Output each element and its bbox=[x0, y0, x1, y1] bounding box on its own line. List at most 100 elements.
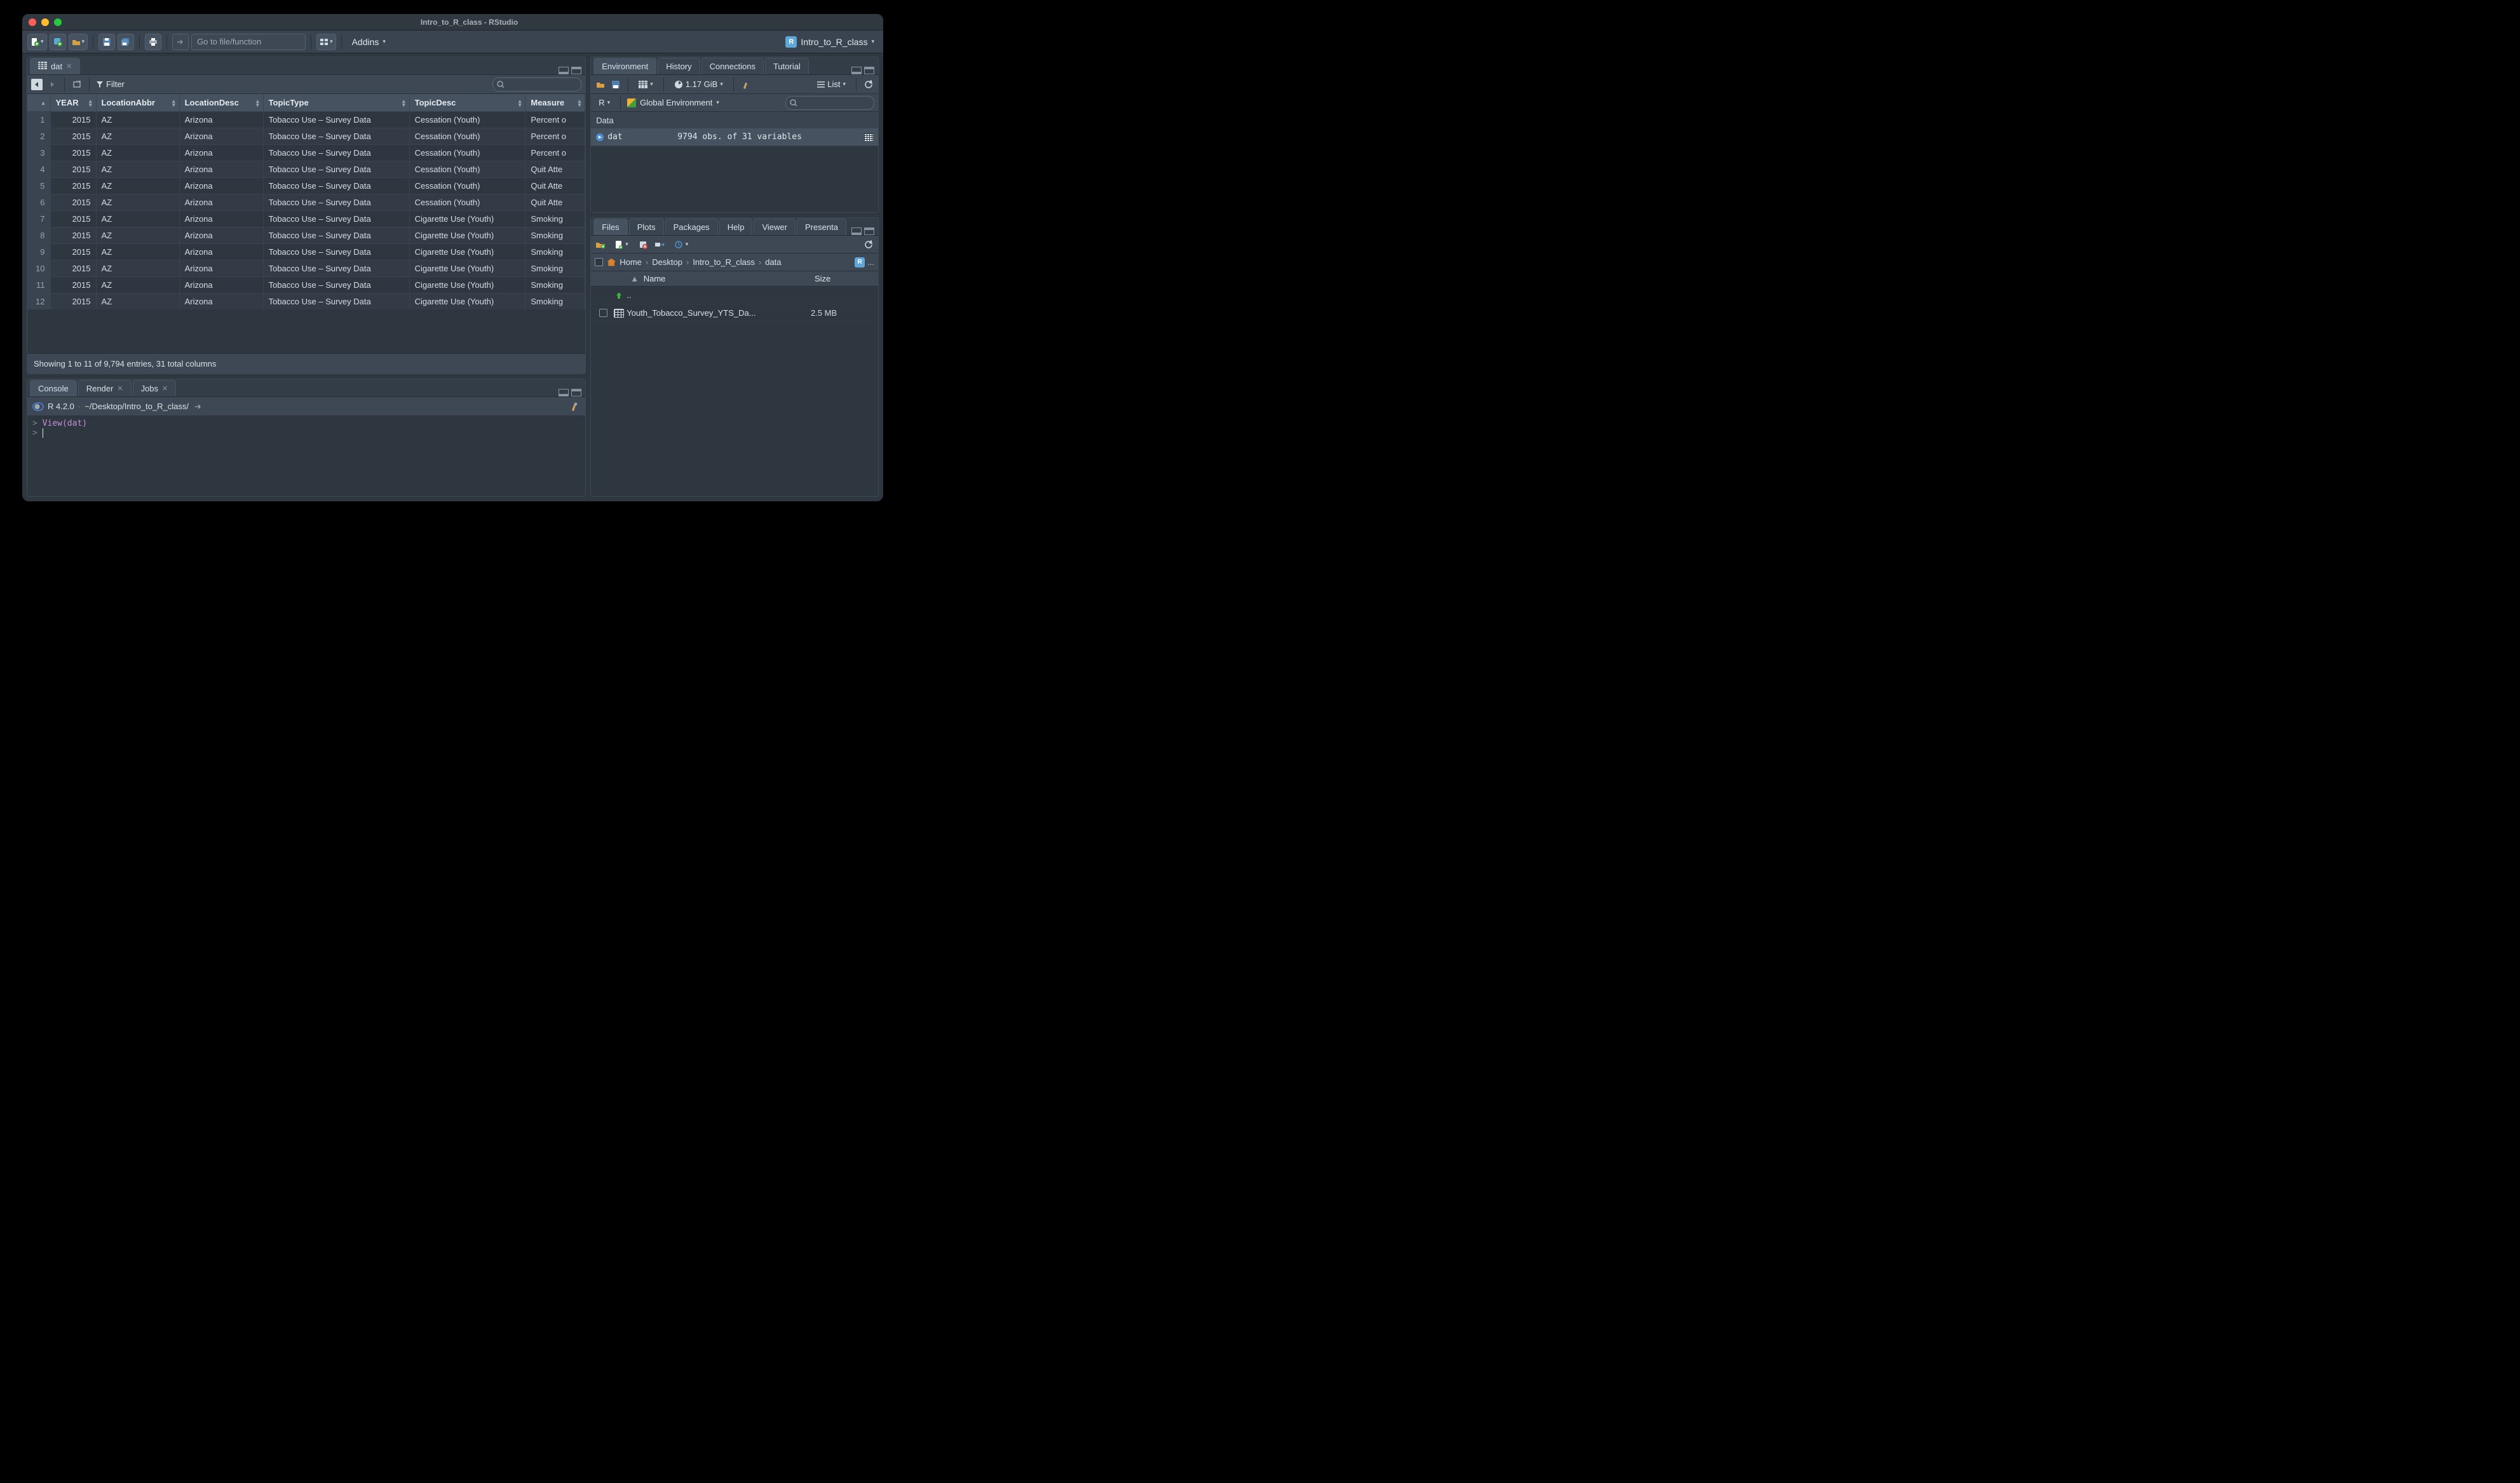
tab-tutorial[interactable]: Tutorial bbox=[765, 58, 809, 74]
forward-button[interactable] bbox=[46, 79, 58, 90]
load-workspace-icon[interactable] bbox=[595, 79, 606, 90]
col-size[interactable]: Size bbox=[815, 274, 878, 283]
table-row[interactable]: 82015AZArizonaTobacco Use – Survey DataC… bbox=[27, 227, 585, 244]
pane-maximize-icon[interactable] bbox=[864, 227, 874, 235]
delete-icon[interactable] bbox=[637, 239, 649, 250]
files-refresh-icon[interactable] bbox=[863, 239, 874, 250]
goto-wd-icon[interactable] bbox=[193, 401, 204, 412]
select-all-checkbox[interactable] bbox=[595, 258, 603, 266]
new-folder-icon[interactable] bbox=[595, 239, 606, 250]
more-path-icon[interactable]: ... bbox=[867, 257, 874, 267]
environment-scope-bar: R ▾ Global Environment ▾ bbox=[591, 94, 878, 112]
tab-environment[interactable]: Environment bbox=[593, 58, 656, 74]
file-row[interactable]: Youth_Tobacco_Survey_YTS_Da...2.5 MB bbox=[591, 304, 878, 322]
save-button[interactable] bbox=[98, 34, 115, 50]
breadcrumb-item[interactable]: Intro_to_R_class bbox=[693, 257, 755, 267]
save-all-button[interactable] bbox=[118, 34, 134, 50]
home-icon[interactable] bbox=[607, 259, 616, 266]
breadcrumb-item[interactable]: Desktop bbox=[652, 257, 682, 267]
back-button[interactable] bbox=[31, 79, 43, 90]
file-row-parent[interactable]: .. bbox=[591, 287, 878, 304]
scope-selector[interactable]: Global Environment ▾ bbox=[627, 98, 719, 107]
tab-console[interactable]: Console bbox=[30, 380, 77, 396]
new-project-button[interactable] bbox=[50, 34, 66, 50]
table-row[interactable]: 92015AZArizonaTobacco Use – Survey DataC… bbox=[27, 244, 585, 261]
goto-arrow-icon[interactable] bbox=[172, 34, 189, 50]
tab-packages[interactable]: Packages bbox=[665, 219, 718, 235]
col-header[interactable]: LocationAbbr▴▾ bbox=[96, 94, 179, 112]
tab-viewer[interactable]: Viewer bbox=[754, 219, 796, 235]
col-header[interactable]: TopicDesc▴▾ bbox=[409, 94, 525, 112]
close-icon[interactable]: ✕ bbox=[117, 384, 123, 393]
expand-icon[interactable]: ▶ bbox=[596, 133, 604, 141]
table-row[interactable]: 112015AZArizonaTobacco Use – Survey Data… bbox=[27, 277, 585, 294]
col-header[interactable]: ▲ bbox=[27, 94, 50, 112]
env-search-input[interactable] bbox=[785, 96, 874, 110]
close-icon[interactable]: ✕ bbox=[162, 384, 168, 393]
minimize-button[interactable] bbox=[41, 18, 49, 26]
table-row[interactable]: 102015AZArizonaTobacco Use – Survey Data… bbox=[27, 261, 585, 277]
addins-button[interactable]: Addins ▾ bbox=[347, 34, 391, 50]
maximize-button[interactable] bbox=[54, 18, 62, 26]
print-button[interactable] bbox=[145, 34, 161, 50]
tab-presentation[interactable]: Presenta bbox=[797, 219, 846, 235]
tab-connections[interactable]: Connections bbox=[701, 58, 764, 74]
tab-help[interactable]: Help bbox=[719, 219, 753, 235]
clear-console-icon[interactable] bbox=[569, 401, 580, 412]
console-body[interactable]: > View(dat)> bbox=[27, 416, 585, 496]
project-menu[interactable]: R Intro_to_R_class ▾ bbox=[782, 36, 878, 48]
tab-history[interactable]: History bbox=[658, 58, 700, 74]
pane-minimize-icon[interactable] bbox=[559, 67, 569, 74]
goto-file-input[interactable] bbox=[191, 34, 306, 50]
table-row[interactable]: 22015AZArizonaTobacco Use – Survey DataC… bbox=[27, 128, 585, 145]
new-file-button[interactable]: ▾ bbox=[27, 34, 47, 50]
col-name[interactable]: ▲ Name bbox=[611, 274, 815, 283]
more-icon[interactable]: ▾ bbox=[670, 240, 693, 249]
table-row[interactable]: 52015AZArizonaTobacco Use – Survey DataC… bbox=[27, 178, 585, 194]
clear-env-icon[interactable] bbox=[740, 79, 752, 90]
open-file-button[interactable]: ▾ bbox=[69, 34, 88, 50]
pane-minimize-icon[interactable] bbox=[851, 67, 862, 74]
tab-render[interactable]: Render✕ bbox=[78, 380, 132, 396]
refresh-icon[interactable] bbox=[863, 79, 874, 90]
table-row[interactable]: 12015AZArizonaTobacco Use – Survey DataC… bbox=[27, 112, 585, 128]
view-mode-button[interactable]: List ▾ bbox=[813, 79, 850, 89]
tab-dat[interactable]: dat ✕ bbox=[30, 58, 80, 74]
table-row[interactable]: 72015AZArizonaTobacco Use – Survey DataC… bbox=[27, 211, 585, 227]
rename-icon[interactable] bbox=[654, 239, 665, 250]
r-engine-button[interactable]: R ▾ bbox=[595, 98, 614, 107]
col-header[interactable]: LocationDesc▴▾ bbox=[179, 94, 263, 112]
csv-file-icon bbox=[614, 309, 624, 318]
new-file-icon[interactable]: ▾ bbox=[611, 240, 632, 249]
breadcrumb-item[interactable]: data bbox=[765, 257, 781, 267]
panes-layout-button[interactable]: ▾ bbox=[316, 34, 336, 50]
save-workspace-icon[interactable] bbox=[610, 79, 621, 90]
close-button[interactable] bbox=[29, 18, 36, 26]
col-header[interactable]: TopicType▴▾ bbox=[263, 94, 409, 112]
pane-minimize-icon[interactable] bbox=[559, 389, 569, 396]
pane-maximize-icon[interactable] bbox=[864, 67, 874, 74]
r-project-icon[interactable]: R bbox=[855, 257, 865, 267]
tab-files[interactable]: Files bbox=[593, 219, 627, 235]
file-checkbox[interactable] bbox=[599, 309, 607, 317]
col-header[interactable]: Measure▴▾ bbox=[525, 94, 585, 112]
filter-button[interactable]: Filter bbox=[96, 79, 125, 89]
pane-maximize-icon[interactable] bbox=[571, 67, 581, 74]
pane-maximize-icon[interactable] bbox=[571, 389, 581, 396]
table-row[interactable]: 122015AZArizonaTobacco Use – Survey Data… bbox=[27, 294, 585, 310]
view-data-icon[interactable] bbox=[864, 133, 873, 141]
popout-icon[interactable] bbox=[71, 79, 83, 90]
tab-plots[interactable]: Plots bbox=[629, 219, 664, 235]
env-variable-row[interactable]: ▶dat9794 obs. of 31 variables bbox=[591, 128, 878, 146]
tab-jobs[interactable]: Jobs✕ bbox=[133, 380, 177, 396]
data-search-input[interactable] bbox=[492, 78, 581, 91]
table-row[interactable]: 32015AZArizonaTobacco Use – Survey DataC… bbox=[27, 145, 585, 161]
table-row[interactable]: 42015AZArizonaTobacco Use – Survey DataC… bbox=[27, 161, 585, 178]
import-dataset-button[interactable]: ▾ bbox=[635, 81, 657, 88]
pane-minimize-icon[interactable] bbox=[851, 227, 862, 235]
breadcrumb-item[interactable]: Home bbox=[620, 257, 642, 267]
col-header[interactable]: YEAR▴▾ bbox=[50, 94, 96, 112]
table-row[interactable]: 62015AZArizonaTobacco Use – Survey DataC… bbox=[27, 194, 585, 211]
close-icon[interactable]: ✕ bbox=[66, 62, 72, 71]
memory-usage[interactable]: 1.17 GiB ▾ bbox=[670, 79, 727, 89]
